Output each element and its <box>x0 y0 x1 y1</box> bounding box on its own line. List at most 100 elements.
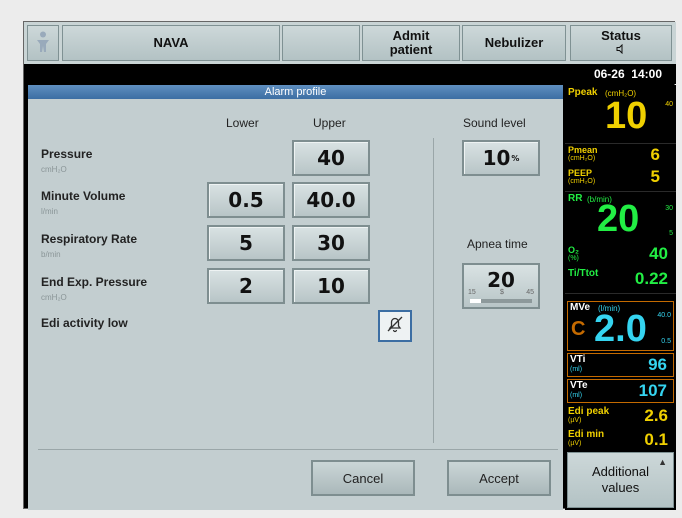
vte-unit: (ml) <box>570 392 583 399</box>
additional-label-2: values <box>601 480 640 495</box>
mve-value: 2.0 <box>594 308 647 350</box>
minute-volume-label: Minute Volume <box>41 189 126 203</box>
rr-low-limit: 5 <box>669 230 673 237</box>
rr-high-limit: 30 <box>665 205 673 212</box>
person-icon <box>35 31 51 56</box>
ventilator-screen: NAVA Admit patient Nebulizer Status 06-2… <box>23 21 676 510</box>
pressure-upper-field[interactable]: 40 <box>292 140 370 176</box>
pmean-unit: (cmH₂O) <box>568 155 596 162</box>
apnea-time-label: Apnea time <box>467 237 528 251</box>
apnea-slider-track[interactable] <box>470 299 532 303</box>
apnea-min-tick: 15 <box>468 289 476 296</box>
peep-unit: (cmH₂O) <box>568 178 596 185</box>
sound-level-field[interactable]: 10% <box>462 140 540 176</box>
o2-unit: (%) <box>568 255 579 262</box>
top-bar: NAVA Admit patient Nebulizer Status <box>24 22 676 64</box>
mve-box: MVe (l/min) C 2.0 40.0 0.5 <box>567 301 674 351</box>
sound-level-value: 10 <box>482 146 511 170</box>
rr-label: RR <box>568 193 583 204</box>
edi-alarm-off-toggle[interactable] <box>378 310 412 342</box>
pressure-unit: cmH₂O <box>41 165 67 174</box>
peep-label: PEEP <box>568 168 593 178</box>
admit-label-2: patient <box>389 42 433 57</box>
date-bar: 06-26 14:00 <box>24 64 676 84</box>
mve-high-limit: 40.0 <box>657 312 671 319</box>
peep-value: 5 <box>650 167 660 186</box>
ti-ttot-label: Ti/Ttot <box>568 268 599 279</box>
status-button[interactable]: Status <box>570 25 672 61</box>
respiratory-rate-upper-field[interactable]: 30 <box>292 225 370 261</box>
edi-peak-unit: (µV) <box>568 417 582 424</box>
alarm-profile-dialog: Alarm profile Lower Upper Sound level Pr… <box>28 85 563 510</box>
vte-box: VTe (ml) 107 <box>567 379 674 403</box>
end-exp-pressure-lower-field[interactable]: 2 <box>207 268 285 304</box>
ppeak-high-limit: 40 <box>665 101 673 108</box>
additional-values-button[interactable]: ▲ Additional values <box>567 452 674 508</box>
vti-label: VTi <box>570 354 586 365</box>
nebulizer-label: Nebulizer <box>484 35 544 50</box>
vti-box: VTi (ml) 96 <box>567 353 674 377</box>
cancel-button[interactable]: Cancel <box>311 460 415 496</box>
edi-peak-value: 2.6 <box>644 406 668 425</box>
sound-level-header: Sound level <box>463 116 526 130</box>
respiratory-rate-unit: b/min <box>41 250 61 259</box>
edi-min-label: Edi min <box>568 429 605 440</box>
admit-patient-button[interactable]: Admit patient <box>362 25 460 61</box>
mve-low-limit: 0.5 <box>661 338 671 345</box>
separator <box>565 143 676 144</box>
ti-ttot-value: 0.22 <box>634 269 668 288</box>
ppeak-label: Ppeak <box>568 87 598 98</box>
ppeak-value: 10 <box>605 95 648 137</box>
blank-button[interactable] <box>282 25 360 61</box>
edi-activity-low-label: Edi activity low <box>41 316 128 330</box>
mode-button[interactable]: NAVA <box>62 25 280 61</box>
nebulizer-button[interactable]: Nebulizer <box>462 25 566 61</box>
edi-min-unit: (µV) <box>568 440 582 447</box>
mode-label: NAVA <box>153 35 189 50</box>
edi-min-value: 0.1 <box>644 430 668 449</box>
pmean-value: 6 <box>650 145 660 164</box>
measured-values-panel: Ppeak (cmH₂O) 10 40 Pmean (cmH₂O) 6 PEEP… <box>565 85 676 510</box>
separator <box>565 293 676 294</box>
pmean-label: Pmean <box>568 145 598 155</box>
patient-button[interactable] <box>27 25 59 61</box>
end-exp-pressure-label: End Exp. Pressure <box>41 275 148 289</box>
admit-label-1: Admit <box>392 28 430 43</box>
sound-level-unit: % <box>511 153 520 163</box>
footer-divider <box>38 449 558 450</box>
edi-peak-label: Edi peak <box>568 406 610 417</box>
additional-label-1: Additional <box>591 464 650 479</box>
alarm-off-icon <box>386 315 404 338</box>
column-divider <box>433 138 434 443</box>
date-time: 06-26 14:00 <box>593 67 662 81</box>
o2-value: 40 <box>649 244 668 263</box>
dialog-title: Alarm profile <box>28 85 563 99</box>
lower-header: Lower <box>226 116 259 130</box>
end-exp-pressure-upper-field[interactable]: 10 <box>292 268 370 304</box>
apnea-time-field[interactable]: 20 15 $ 45 <box>462 263 540 309</box>
vti-unit: (ml) <box>570 366 583 373</box>
mve-label: MVe <box>570 302 591 313</box>
separator <box>565 191 676 192</box>
apnea-mid-tick: $ <box>500 289 504 296</box>
minute-volume-lower-field[interactable]: 0.5 <box>207 182 285 218</box>
rr-value: 20 <box>597 198 640 240</box>
upper-header: Upper <box>313 116 346 130</box>
pressure-label: Pressure <box>41 147 93 161</box>
vte-label: VTe <box>570 380 588 391</box>
vti-value: 96 <box>648 355 667 374</box>
apnea-slider-fill <box>470 299 481 303</box>
o2-label: O₂ <box>568 245 579 255</box>
status-label: Status <box>601 28 641 43</box>
respiratory-rate-label: Respiratory Rate <box>41 232 138 246</box>
speaker-icon <box>616 43 626 57</box>
accept-button[interactable]: Accept <box>447 460 551 496</box>
end-exp-pressure-unit: cmH₂O <box>41 293 67 302</box>
chevron-up-icon: ▲ <box>658 457 667 467</box>
mve-prefix: C <box>571 318 586 340</box>
minute-volume-upper-field[interactable]: 40.0 <box>292 182 370 218</box>
minute-volume-unit: l/min <box>41 207 58 216</box>
vte-value: 107 <box>638 381 667 400</box>
respiratory-rate-lower-field[interactable]: 5 <box>207 225 285 261</box>
apnea-max-tick: 45 <box>526 289 534 296</box>
